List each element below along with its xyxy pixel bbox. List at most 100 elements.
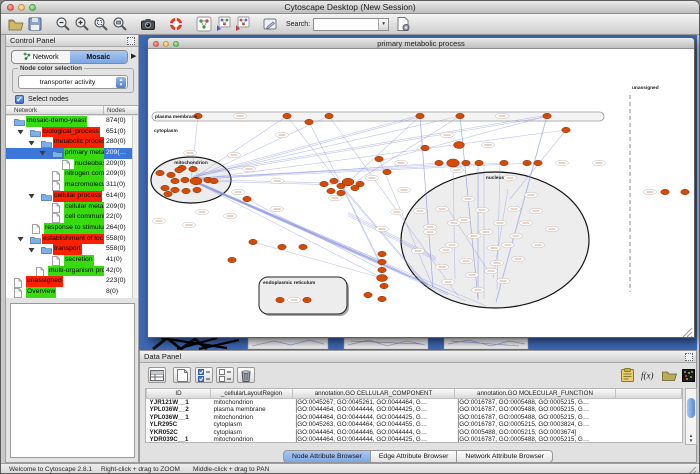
gene-node[interactable]: [375, 156, 383, 161]
search-dropdown-arrow[interactable]: ▾: [378, 19, 388, 30]
table-row[interactable]: YPL036W__1mitochondrion[GO:0044464, GO:0…: [147, 414, 682, 422]
gene-node[interactable]: [171, 178, 179, 183]
tab-network[interactable]: Network: [12, 51, 70, 63]
gene-node[interactable]: [276, 297, 284, 302]
function-builder-icon[interactable]: f(x): [640, 367, 657, 383]
gene-node[interactable]: [378, 259, 386, 264]
gene-node[interactable]: [181, 177, 189, 182]
gene-node[interactable]: [562, 127, 570, 132]
gene-node[interactable]: [249, 239, 257, 244]
tree-row[interactable]: establishment of loc558(0): [6, 234, 138, 245]
gene-node[interactable]: [171, 187, 179, 192]
tree-row[interactable]: unassigned223(0): [6, 276, 138, 287]
gene-node[interactable]: [534, 160, 542, 165]
tree-scrollbar[interactable]: [132, 116, 138, 298]
gene-node[interactable]: [356, 181, 364, 186]
table-column-header[interactable]: ID: [147, 389, 211, 398]
gene-node[interactable]: [377, 274, 388, 281]
gene-node[interactable]: [325, 113, 333, 118]
save-icon[interactable]: [25, 15, 44, 34]
table-row[interactable]: YLR295Ccytoplasm[GO:0045263, GO:0044464,…: [147, 421, 682, 429]
birdseye-view-panel[interactable]: [10, 303, 135, 458]
tree-row[interactable]: secretion41(0): [6, 255, 138, 266]
gene-node[interactable]: [661, 189, 669, 194]
gene-node[interactable]: [462, 160, 470, 165]
help-icon[interactable]: [166, 15, 185, 34]
gene-node[interactable]: [305, 119, 313, 124]
table-row[interactable]: YDR039C__1mitochondrion[GO:0044464, GO:0…: [147, 436, 682, 443]
tree-row[interactable]: nitrogen compou209(0): [6, 169, 138, 180]
gene-node[interactable]: [378, 251, 386, 256]
gene-node[interactable]: [161, 185, 169, 190]
float-data-panel-icon[interactable]: [685, 353, 693, 361]
table-row[interactable]: YKR052Ccytoplasm[GO:0044464, GO:0044446,…: [147, 429, 682, 437]
gene-node[interactable]: [342, 178, 354, 186]
gene-node[interactable]: [303, 297, 311, 302]
gene-node[interactable]: [320, 181, 328, 186]
tree-row[interactable]: nucleobase-co209(0): [6, 159, 138, 170]
network-canvas[interactable]: plasma membranecytoplasmmitochondrionnuc…: [148, 49, 694, 337]
gene-node[interactable]: [364, 292, 372, 297]
gene-node[interactable]: [327, 188, 335, 193]
gene-node[interactable]: [210, 178, 218, 183]
tree-row[interactable]: macromolecule311(0): [6, 180, 138, 191]
gene-node[interactable]: [523, 160, 531, 165]
gene-node[interactable]: [228, 257, 236, 262]
tree-row[interactable]: transport558(0): [6, 244, 138, 255]
table-column-header[interactable]: annotation.GO MOLECULAR_FUNCTION: [455, 389, 616, 398]
scrollbar-thumb[interactable]: [687, 398, 695, 418]
import-attributes-icon[interactable]: [232, 15, 251, 34]
gene-node[interactable]: [456, 113, 464, 118]
gene-node[interactable]: [447, 159, 460, 167]
gene-node[interactable]: [380, 283, 388, 288]
tree-row[interactable]: response to stimulu264(0): [6, 223, 138, 234]
gene-node[interactable]: [543, 113, 551, 118]
gene-node[interactable]: [283, 113, 291, 118]
select-nodes-checkbox[interactable]: ✓: [15, 95, 24, 104]
gene-node[interactable]: [378, 267, 386, 272]
unselect-all-icon[interactable]: [216, 367, 234, 383]
table-column-header[interactable]: _cellularLayoutRegion: [211, 389, 293, 398]
table-row[interactable]: YJR121W__1mitochondrion[GO:0045267, GO:0…: [147, 398, 682, 406]
zoom-in-icon[interactable]: [72, 15, 91, 34]
tab-node-attribute-browser[interactable]: Node Attribute Browser: [283, 450, 371, 463]
gene-node[interactable]: [421, 145, 429, 150]
gene-node[interactable]: [378, 296, 386, 301]
open-icon[interactable]: [6, 15, 25, 34]
gene-node[interactable]: [500, 160, 508, 165]
gene-node[interactable]: [193, 187, 201, 192]
gene-node[interactable]: [681, 189, 689, 194]
tree-row[interactable]: primary metabol209(…: [6, 148, 138, 159]
new-attribute-icon[interactable]: [173, 367, 191, 383]
attribute-select-icon[interactable]: [148, 367, 166, 383]
import-network-icon[interactable]: [213, 15, 232, 34]
gene-node[interactable]: [383, 169, 391, 174]
gene-node[interactable]: [243, 196, 251, 201]
create-network-icon[interactable]: [194, 15, 213, 34]
delete-attribute-icon[interactable]: [237, 367, 255, 383]
gene-node[interactable]: [454, 141, 465, 148]
gene-node[interactable]: [330, 178, 338, 183]
view-resize-grip-icon[interactable]: [683, 328, 692, 337]
tree-row[interactable]: Overview8(0): [6, 287, 138, 298]
float-panel-icon[interactable]: [127, 37, 135, 45]
gene-node[interactable]: [435, 160, 443, 165]
tab-mosaic[interactable]: Mosaic: [70, 51, 128, 63]
gene-node[interactable]: [175, 167, 183, 172]
tree-row[interactable]: biological_process651(0): [6, 127, 138, 138]
table-column-header[interactable]: annotation.GO CELLULAR_COMPONENT: [293, 389, 455, 398]
gene-node[interactable]: [156, 170, 164, 175]
tree-row[interactable]: cellular metaboli209(0): [6, 202, 138, 213]
table-scrollbar[interactable]: ▲▼: [685, 388, 697, 445]
select-all-icon[interactable]: [195, 367, 213, 383]
tab-edge-attribute-browser[interactable]: Edge Attribute Browser: [371, 450, 458, 463]
table-row[interactable]: YPL036W__2plasma membrane[GO:0044464, GO…: [147, 406, 682, 414]
annotation-panel-icon[interactable]: [260, 15, 279, 34]
gene-node[interactable]: [182, 188, 190, 193]
zoom-fit-icon[interactable]: [110, 15, 129, 34]
gene-node[interactable]: [337, 190, 345, 195]
tab-network-attribute-browser[interactable]: Network Attribute Browser: [457, 450, 553, 463]
tab-overflow-arrow[interactable]: ▶: [131, 52, 136, 62]
zoom-out-icon[interactable]: [53, 15, 72, 34]
gene-node[interactable]: [299, 244, 307, 249]
